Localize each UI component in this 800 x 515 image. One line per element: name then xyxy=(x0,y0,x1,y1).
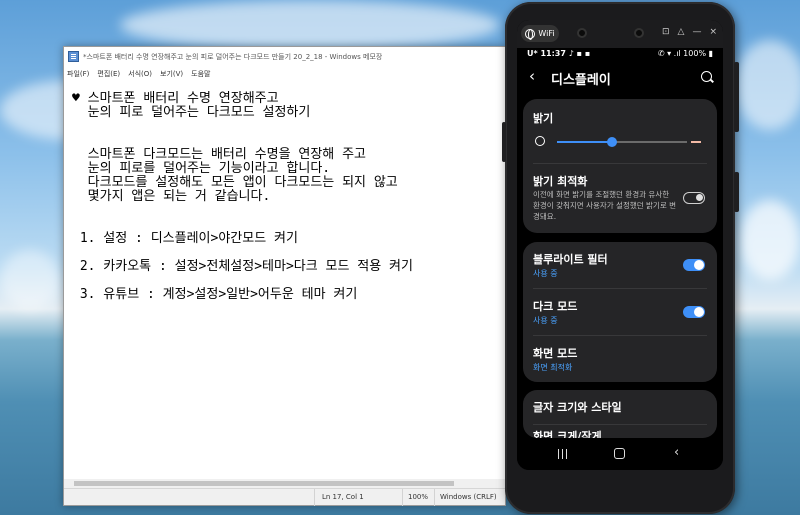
screen-mode-status: 화면 최적화 xyxy=(533,363,573,372)
front-camera-icon xyxy=(634,28,644,38)
bell-icon[interactable]: △ xyxy=(678,27,685,37)
back-icon[interactable]: ‹ xyxy=(674,445,679,460)
status-right: ✆ ▾ .ıl 100% ▮ xyxy=(657,49,713,58)
horizontal-scrollbar[interactable] xyxy=(64,479,505,488)
phone-screen: WiFi ⊡ △ — × U* 11:37 ♪ ▪ ▪ ✆ ▾ .ıl 100%… xyxy=(517,20,723,470)
font-card: 글자 크기와 스타일 화면 크게/작게 xyxy=(523,390,717,438)
cursor-position: Ln 17, Col 1 xyxy=(322,493,364,501)
mirror-controls: ⊡ △ — × xyxy=(662,27,717,37)
search-icon[interactable] xyxy=(701,71,712,82)
wallpaper-cloud xyxy=(740,200,800,280)
text-line: 눈의 피로 덜어주는 다크모드 설정하기 xyxy=(72,105,311,120)
text-line xyxy=(72,204,497,218)
status-separator xyxy=(434,489,435,506)
status-left: U* 11:37 ♪ ▪ ▪ xyxy=(527,49,591,58)
card-divider xyxy=(533,335,707,336)
recent-apps-icon[interactable] xyxy=(558,449,568,459)
mirror-top-bar: WiFi ⊡ △ — × xyxy=(517,20,723,48)
lock-icon[interactable]: ⊡ xyxy=(662,27,670,37)
wallpaper-cloud xyxy=(0,250,60,310)
adaptive-brightness-toggle[interactable] xyxy=(683,192,705,204)
settings-header: ‹ 디스플레이 xyxy=(517,62,723,92)
brightness-card: 밝기 밝기 최적화 이전에 화면 밝기를 조절했던 환경과 유사한 환경이 갖춰… xyxy=(523,99,717,233)
scrollbar-thumb[interactable] xyxy=(74,481,454,486)
window-title: *스마트폰 배터리 수명 연장해주고 눈의 피로 덜어주는 다크모드 만들기 2… xyxy=(83,52,383,61)
display-options-card: 블루라이트 필터 사용 중 다크 모드 사용 중 화면 모드 화면 최적화 xyxy=(523,242,717,382)
text-line xyxy=(72,120,497,134)
menu-edit[interactable]: 편집(E) xyxy=(97,69,120,79)
slider-end-marker xyxy=(691,141,701,143)
home-icon[interactable] xyxy=(614,448,625,459)
text-line: 눈의 피로를 덜어주는 기능이라고 합니다. xyxy=(72,161,331,176)
slider-knob[interactable] xyxy=(606,137,617,147)
dark-mode-toggle[interactable] xyxy=(683,306,705,318)
text-line: 몇가지 앱은 되는 거 같습니다. xyxy=(72,189,271,204)
text-line: 3. 유튜브 : 계정>설정>일반>어두운 테마 켜기 xyxy=(72,287,358,302)
card-divider xyxy=(533,163,707,164)
wifi-label: WiFi xyxy=(538,29,555,38)
close-icon[interactable]: × xyxy=(709,27,717,37)
globe-icon xyxy=(525,28,536,40)
line-ending: Windows (CRLF) xyxy=(440,493,497,501)
screen-zoom-title[interactable]: 화면 크게/작게 xyxy=(533,428,602,438)
title-bar[interactable]: *스마트폰 배터리 수명 연장해주고 눈의 피로 덜어주는 다크모드 만들기 2… xyxy=(64,47,505,66)
text-line: 2. 카카오톡 : 설정>전체설정>테마>다크 모드 적용 켜기 xyxy=(72,259,413,274)
nav-bar: ‹ xyxy=(517,438,723,470)
text-line: 다크모드를 설정해도 모든 앱이 다크모드는 되지 않고 xyxy=(72,175,398,190)
blue-light-title[interactable]: 블루라이트 필터 xyxy=(533,251,608,267)
brightness-title: 밝기 xyxy=(533,112,554,125)
dark-mode-status: 사용 중 xyxy=(533,316,558,325)
page-title: 디스플레이 xyxy=(551,73,611,88)
phone-status-bar: U* 11:37 ♪ ▪ ▪ ✆ ▾ .ıl 100% ▮ xyxy=(517,48,723,62)
sun-icon xyxy=(535,136,545,146)
wallpaper-cloud xyxy=(120,0,500,50)
text-line xyxy=(72,134,497,148)
minimize-icon[interactable]: — xyxy=(692,27,701,37)
wallpaper-cloud xyxy=(735,40,800,130)
menu-bar: 파일(F) 편집(E) 서식(O) 보기(V) 도움말 xyxy=(64,66,505,81)
notepad-window[interactable]: *스마트폰 배터리 수명 연장해주고 눈의 피로 덜어주는 다크모드 만들기 2… xyxy=(63,46,506,506)
wifi-pill[interactable]: WiFi xyxy=(521,25,559,42)
phone-device: WiFi ⊡ △ — × U* 11:37 ♪ ▪ ▪ ✆ ▾ .ıl 100%… xyxy=(502,2,739,514)
blue-light-status: 사용 중 xyxy=(533,269,558,278)
text-line: 스마트폰 다크모드는 배터리 수명을 연장해 주고 xyxy=(72,147,366,162)
text-line: ♥ 스마트폰 배터리 수명 연장해주고 xyxy=(72,91,279,106)
text-line xyxy=(72,246,497,260)
text-editor[interactable]: ♥ 스마트폰 배터리 수명 연장해주고 눈의 피로 덜어주는 다크모드 설정하기… xyxy=(64,81,505,479)
volume-button[interactable] xyxy=(502,122,506,162)
text-line: 1. 설정 : 디스플레이>야간모드 켜기 xyxy=(72,231,298,246)
camera-icon xyxy=(577,28,587,38)
menu-file[interactable]: 파일(F) xyxy=(67,69,89,79)
power-button[interactable] xyxy=(734,62,739,132)
back-arrow-icon[interactable]: ‹ xyxy=(529,67,535,85)
text-line xyxy=(72,218,497,232)
side-key[interactable] xyxy=(734,172,739,212)
menu-format[interactable]: 서식(O) xyxy=(128,69,152,79)
screen-mode-title[interactable]: 화면 모드 xyxy=(533,345,577,361)
dark-mode-title[interactable]: 다크 모드 xyxy=(533,298,577,314)
text-line xyxy=(72,274,497,288)
menu-help[interactable]: 도움말 xyxy=(191,69,210,79)
status-bar: Ln 17, Col 1 100% Windows (CRLF) xyxy=(64,488,505,506)
card-divider xyxy=(533,424,707,425)
slider-fill xyxy=(557,141,612,143)
blue-light-toggle[interactable] xyxy=(683,259,705,271)
font-style-title[interactable]: 글자 크기와 스타일 xyxy=(533,399,622,415)
adaptive-brightness-title[interactable]: 밝기 최적화 xyxy=(533,173,587,189)
card-divider xyxy=(533,288,707,289)
notepad-icon xyxy=(68,51,79,62)
adaptive-brightness-desc: 이전에 화면 밝기를 조절했던 환경과 유사한 환경이 갖춰지면 사용자가 설정… xyxy=(533,190,677,221)
brightness-slider[interactable] xyxy=(557,137,687,147)
menu-view[interactable]: 보기(V) xyxy=(160,69,183,79)
status-separator xyxy=(402,489,403,506)
zoom-level: 100% xyxy=(408,493,429,501)
status-separator xyxy=(314,489,315,506)
